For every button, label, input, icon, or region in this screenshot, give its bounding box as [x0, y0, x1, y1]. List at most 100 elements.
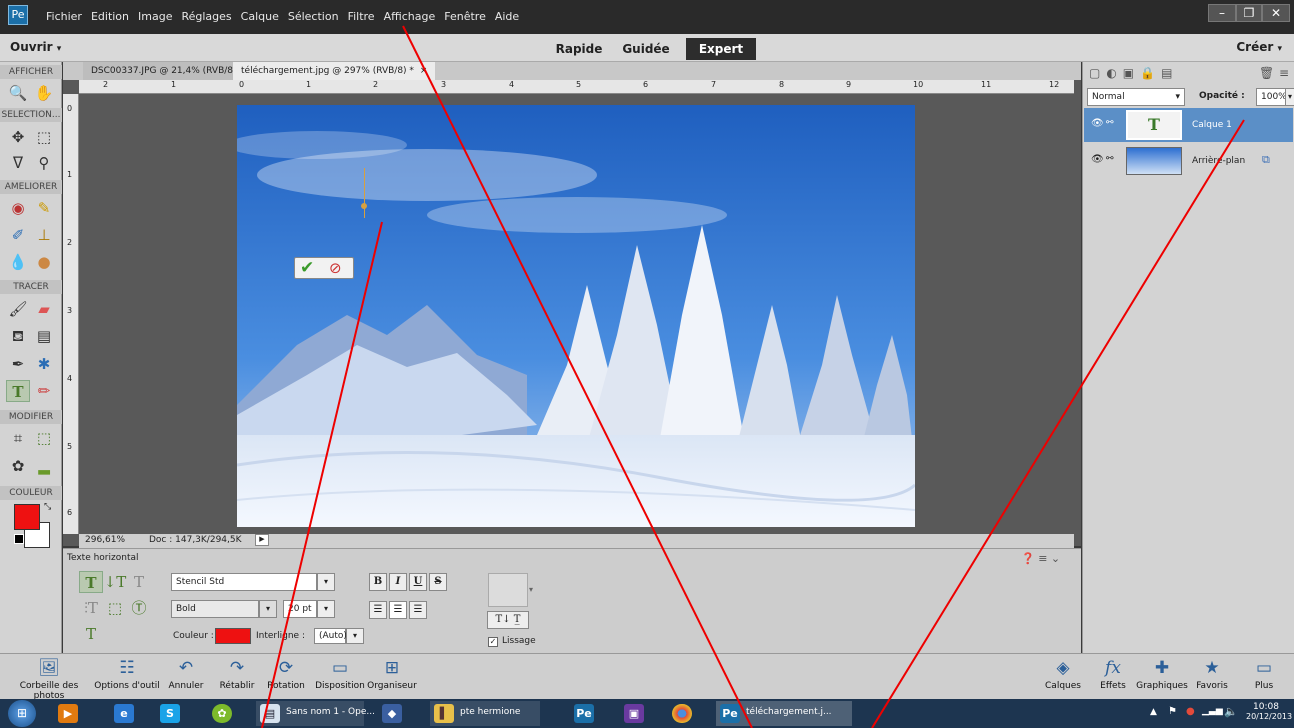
- help-icon[interactable]: ❓ ≡ ⌄: [1021, 552, 1060, 565]
- type-on-selection-icon[interactable]: ⬚: [103, 597, 127, 619]
- text-style-preview[interactable]: [488, 573, 528, 607]
- taskbar-item-book[interactable]: ◆: [378, 701, 406, 726]
- pencil-tool-icon[interactable]: ✏: [32, 380, 56, 402]
- layer-tools-icons[interactable]: ▢◐▣🔒▤: [1089, 66, 1178, 80]
- recompose-tool-icon[interactable]: ⬚: [32, 427, 56, 449]
- clone-stamp-icon[interactable]: ⊥: [32, 224, 56, 246]
- eye-icon[interactable]: 👁: [1091, 154, 1104, 165]
- align-left-icon[interactable]: ☰: [369, 601, 387, 619]
- redo-button[interactable]: ↷ Rétablir: [216, 658, 258, 691]
- panel-menu-icon[interactable]: ≡: [1279, 66, 1289, 80]
- taskbar-item-picasa[interactable]: ✿: [208, 701, 236, 726]
- rotate-button[interactable]: ⟳ Rotation: [264, 658, 308, 691]
- menu-calque[interactable]: Calque: [241, 10, 286, 23]
- menu-fenetre[interactable]: Fenêtre: [444, 10, 493, 23]
- effects-button[interactable]: fx Effets: [1094, 658, 1132, 691]
- sponge-tool-icon[interactable]: ●: [32, 251, 56, 273]
- restore-button[interactable]: ❐: [1236, 4, 1262, 22]
- content-move-icon[interactable]: ✿: [6, 455, 30, 477]
- font-style-select[interactable]: Bold: [171, 600, 259, 618]
- layer-name[interactable]: Calque 1: [1192, 120, 1232, 130]
- taskbar-item-openoffice[interactable]: ▤ Sans nom 1 - Ope...: [256, 701, 375, 726]
- link-icon[interactable]: ⚯: [1106, 118, 1114, 128]
- text-color-swatch[interactable]: [215, 628, 251, 644]
- commit-check-icon[interactable]: ✔: [300, 258, 314, 278]
- security-icon[interactable]: ●: [1186, 706, 1195, 717]
- paint-bucket-icon[interactable]: ⛾: [6, 325, 30, 347]
- zoom-level[interactable]: 296,61%: [85, 535, 125, 545]
- favorites-button[interactable]: ★ Favoris: [1192, 658, 1232, 691]
- clock[interactable]: 10:08 20/12/2013: [1246, 702, 1292, 721]
- brush-tool-icon[interactable]: 🖌: [6, 298, 30, 320]
- hand-tool-icon[interactable]: ✋: [32, 82, 56, 104]
- layer-row-arriere-plan[interactable]: 👁 ⚯ Arrière-plan ⧉: [1084, 144, 1293, 178]
- type-horizontal-icon[interactable]: T: [79, 571, 103, 593]
- bold-button[interactable]: B: [369, 573, 387, 591]
- trash-icon[interactable]: 🗑: [1259, 66, 1274, 80]
- organizer-button[interactable]: ⊞ Organiseur: [366, 658, 418, 691]
- style-dropdown-icon[interactable]: ▾: [529, 585, 533, 594]
- healing-brush-icon[interactable]: ✎: [32, 197, 56, 219]
- canvas-image[interactable]: ✔ ⊘: [237, 105, 915, 527]
- more-button[interactable]: ▭ Plus: [1244, 658, 1284, 691]
- status-menu-arrow-icon[interactable]: ▶: [255, 534, 269, 546]
- italic-button[interactable]: I: [389, 573, 407, 591]
- marquee-tool-icon[interactable]: ⬚: [32, 126, 56, 148]
- close-window-button[interactable]: ✕: [1262, 4, 1290, 22]
- taskbar-item-chrome[interactable]: [668, 701, 696, 726]
- eraser-tool-icon[interactable]: ▰: [32, 298, 56, 320]
- type-on-path-icon[interactable]: T: [79, 623, 103, 645]
- taskbar-item-ie[interactable]: e: [110, 701, 138, 726]
- menu-reglages[interactable]: Réglages: [181, 10, 238, 23]
- menu-filtre[interactable]: Filtre: [348, 10, 382, 23]
- mode-tab-rapide[interactable]: Rapide: [553, 38, 605, 60]
- taskbar-item-elements[interactable]: Pe: [570, 701, 598, 726]
- type-on-shape-icon[interactable]: Ⓣ: [127, 597, 151, 619]
- font-style-dropdown-icon[interactable]: ▾: [259, 600, 277, 618]
- create-button[interactable]: Créer ▾: [1236, 40, 1282, 54]
- leading-field[interactable]: (Auto): [314, 628, 347, 644]
- network-icon[interactable]: ▁▃▅: [1202, 706, 1223, 716]
- gradient-tool-icon[interactable]: ▤: [32, 325, 56, 347]
- lock-background-icon[interactable]: ⧉: [1262, 153, 1270, 167]
- quick-selection-icon[interactable]: ⚲: [32, 152, 56, 174]
- opacity-dropdown-icon[interactable]: ▾: [1285, 88, 1294, 106]
- underline-button[interactable]: U: [409, 573, 427, 591]
- type-vertical-icon[interactable]: ↓T: [103, 571, 127, 593]
- straighten-tool-icon[interactable]: ▂: [32, 455, 56, 477]
- layer-row-calque-1[interactable]: 👁 ⚯ T Calque 1: [1084, 108, 1293, 142]
- menu-fichier[interactable]: Fichier: [46, 10, 89, 23]
- text-orientation-icon[interactable]: T↓ T̲: [487, 611, 529, 629]
- text-cursor-handle[interactable]: [361, 203, 367, 209]
- layers-button[interactable]: ◈ Calques: [1040, 658, 1086, 691]
- layout-button[interactable]: ▭ Disposition: [312, 658, 368, 691]
- cancel-icon[interactable]: ⊘: [329, 259, 342, 277]
- antialias-checkbox[interactable]: ✓: [488, 637, 498, 647]
- type-tool-icon[interactable]: T: [6, 380, 30, 402]
- font-family-dropdown-icon[interactable]: ▾: [317, 573, 335, 591]
- link-icon[interactable]: ⚯: [1106, 154, 1114, 164]
- menu-affichage[interactable]: Affichage: [384, 10, 443, 23]
- font-size-dropdown-icon[interactable]: ▾: [317, 600, 335, 618]
- graphics-button[interactable]: ✚ Graphiques: [1136, 658, 1188, 691]
- foreground-color-swatch[interactable]: [14, 504, 40, 530]
- font-family-select[interactable]: Stencil Std: [171, 573, 317, 591]
- align-right-icon[interactable]: ☰: [409, 601, 427, 619]
- taskbar-item-skype[interactable]: S: [156, 701, 184, 726]
- zoom-tool-icon[interactable]: 🔍: [6, 82, 30, 104]
- type-mask-icon[interactable]: T: [127, 571, 151, 593]
- tray-expand-icon[interactable]: ▲: [1150, 707, 1157, 717]
- blend-mode-select[interactable]: Normal ▾: [1087, 88, 1185, 106]
- volume-icon[interactable]: 🔈: [1224, 705, 1238, 718]
- custom-shape-icon[interactable]: ✱: [32, 353, 56, 375]
- menu-selection[interactable]: Sélection: [288, 10, 346, 23]
- menu-aide[interactable]: Aide: [495, 10, 526, 23]
- move-tool-icon[interactable]: ✥: [6, 126, 30, 148]
- taskbar-item-media[interactable]: ▶: [54, 701, 82, 726]
- taskbar-item-premiere[interactable]: ▣: [620, 701, 648, 726]
- undo-button[interactable]: ↶ Annuler: [166, 658, 206, 691]
- crop-tool-icon[interactable]: ⌗: [6, 427, 30, 449]
- red-eye-tool-icon[interactable]: ◉: [6, 197, 30, 219]
- default-colors-icon[interactable]: [14, 534, 24, 544]
- align-center-icon[interactable]: ☰: [389, 601, 407, 619]
